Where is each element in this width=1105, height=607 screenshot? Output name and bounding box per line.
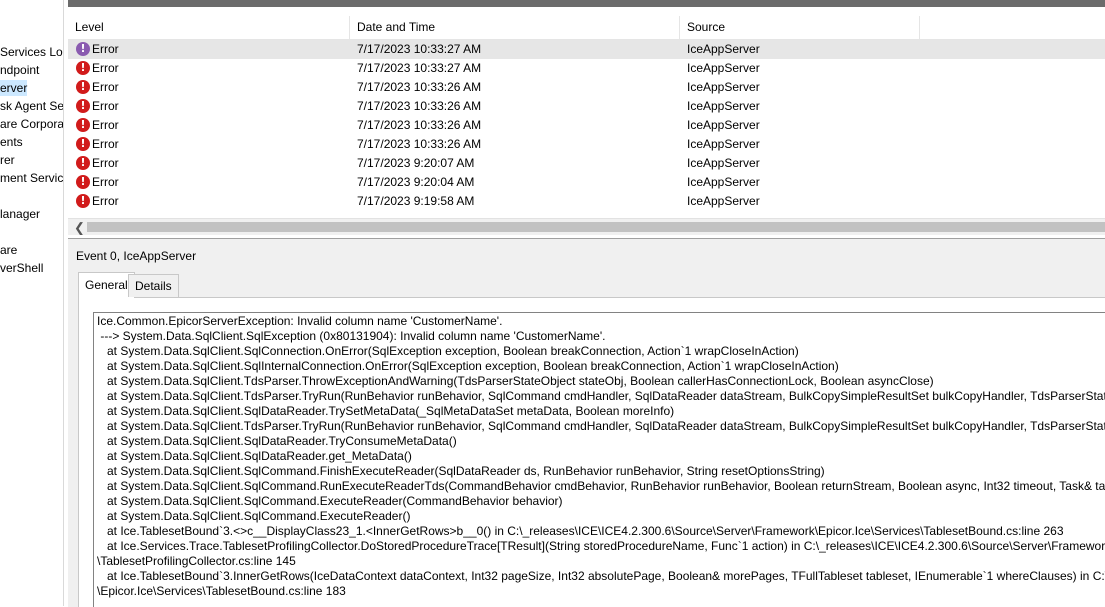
log-header-bar	[68, 0, 1105, 7]
event-row[interactable]: ! Error 7/17/2023 10:33:27 AM IceAppServer	[68, 40, 1105, 59]
event-date-time: 7/17/2023 10:33:26 AM	[357, 99, 482, 113]
event-level: Error	[92, 61, 119, 75]
event-row[interactable]: ! Error 7/17/2023 10:33:26 AM IceAppServer	[68, 78, 1105, 97]
tree-item[interactable]: verShell	[0, 260, 43, 276]
event-date-time: 7/17/2023 10:33:27 AM	[357, 61, 482, 75]
tab-general[interactable]: General	[78, 272, 135, 298]
tree-item[interactable]: Services Lo	[0, 44, 63, 60]
scroll-thumb[interactable]	[87, 222, 1105, 232]
column-level[interactable]: Level	[68, 16, 350, 39]
description-line: at System.Data.SqlClient.SqlDataReader.T…	[97, 434, 457, 448]
event-row[interactable]: ! Error 7/17/2023 10:33:27 AM IceAppServer	[68, 59, 1105, 78]
error-icon: !	[76, 61, 90, 75]
tab-panel: Ice.Common.EpicorServerException: Invali…	[78, 297, 1105, 607]
description-line: at System.Data.SqlClient.TdsParser.TryRu…	[97, 419, 1105, 433]
event-row[interactable]: ! Error 7/17/2023 9:19:58 AM IceAppServer	[68, 192, 1105, 211]
description-line: at Ice.TablesetBound`3.<>c__DisplayClass…	[97, 524, 1064, 538]
error-icon: !	[76, 194, 90, 208]
event-description-text[interactable]: Ice.Common.EpicorServerException: Invali…	[93, 312, 1105, 607]
description-line: at System.Data.SqlClient.SqlCommand.Exec…	[97, 494, 563, 508]
tree-item[interactable]: are Corporat	[0, 116, 63, 132]
tree-item[interactable]: ndpoint	[0, 62, 39, 78]
event-date-time: 7/17/2023 10:33:26 AM	[357, 80, 482, 94]
event-detail-pane: Event 0, IceAppServer Ice.Common.EpicorS…	[68, 238, 1105, 607]
event-source: IceAppServer	[687, 61, 760, 75]
event-date-time: 7/17/2023 9:19:58 AM	[357, 194, 475, 208]
event-source: IceAppServer	[687, 42, 760, 56]
description-line: at System.Data.SqlClient.TdsParser.TryRu…	[97, 389, 1105, 403]
column-date-time[interactable]: Date and Time	[350, 16, 680, 39]
event-level: Error	[92, 137, 119, 151]
description-line: at System.Data.SqlClient.SqlCommand.Fini…	[97, 464, 825, 478]
description-line: Ice.Common.EpicorServerException: Invali…	[97, 314, 503, 328]
navigation-tree: Services Lo ndpoint erver sk Agent Ser are C…	[0, 0, 64, 606]
description-line: at Ice.Services.Trace.TablesetProfilingC…	[97, 539, 1105, 553]
description-line: ---> System.Data.SqlClient.SqlException …	[97, 329, 606, 343]
event-level: Error	[92, 118, 119, 132]
tree-item[interactable]: ment Service	[0, 170, 63, 186]
description-line: at System.Data.SqlClient.SqlConnection.O…	[97, 344, 799, 358]
event-row[interactable]: ! Error 7/17/2023 9:20:07 AM IceAppServer	[68, 154, 1105, 173]
column-header: Level Date and Time Source	[68, 16, 1105, 40]
horizontal-scrollbar[interactable]: ❮	[68, 218, 1105, 235]
event-level: Error	[92, 156, 119, 170]
description-line: at System.Data.SqlClient.TdsParser.Throw…	[97, 374, 934, 388]
event-source: IceAppServer	[687, 137, 760, 151]
error-icon: !	[76, 118, 90, 132]
description-line: at System.Data.SqlClient.SqlCommand.RunE…	[97, 479, 1105, 493]
event-source: IceAppServer	[687, 80, 760, 94]
tree-item[interactable]: lanager	[0, 206, 40, 222]
event-date-time: 7/17/2023 9:20:04 AM	[357, 175, 475, 189]
tree-item[interactable]: sk Agent Ser	[0, 98, 63, 114]
event-date-time: 7/17/2023 10:33:26 AM	[357, 137, 482, 151]
event-level: Error	[92, 80, 119, 94]
event-level: Error	[92, 99, 119, 113]
description-line: \TablesetProfilingCollector.cs:line 145	[97, 554, 296, 568]
tab-details[interactable]: Details	[128, 274, 179, 297]
column-source[interactable]: Source	[680, 16, 920, 39]
error-icon: !	[76, 99, 90, 113]
error-icon: !	[76, 137, 90, 151]
description-line: at Ice.TablesetBound`3.InnerGetRows(IceD…	[97, 569, 1105, 583]
tree-item[interactable]: ents	[0, 134, 23, 150]
description-line: at System.Data.SqlClient.SqlCommand.Exec…	[97, 509, 411, 523]
tree-item[interactable]: rer	[0, 152, 15, 168]
description-line: at System.Data.SqlClient.SqlInternalConn…	[97, 359, 839, 373]
events-list: Level Date and Time Source ! Error 7/17/20…	[68, 16, 1105, 235]
event-title: Event 0, IceAppServer	[76, 249, 197, 263]
tree-item[interactable]: are	[0, 242, 17, 258]
event-date-time: 7/17/2023 9:20:07 AM	[357, 156, 475, 170]
scroll-left-icon[interactable]: ❮	[74, 219, 85, 235]
event-row[interactable]: ! Error 7/17/2023 10:33:26 AM IceAppServer	[68, 116, 1105, 135]
description-line: at System.Data.SqlClient.SqlDataReader.g…	[97, 449, 412, 463]
event-source: IceAppServer	[687, 194, 760, 208]
error-icon: !	[76, 42, 90, 56]
error-icon: !	[76, 175, 90, 189]
event-row[interactable]: ! Error 7/17/2023 10:33:26 AM IceAppServer	[68, 135, 1105, 154]
description-line: at System.Data.SqlClient.SqlDataReader.T…	[97, 404, 675, 418]
event-source: IceAppServer	[687, 156, 760, 170]
event-date-time: 7/17/2023 10:33:26 AM	[357, 118, 482, 132]
event-level: Error	[92, 194, 119, 208]
event-date-time: 7/17/2023 10:33:27 AM	[357, 42, 482, 56]
event-source: IceAppServer	[687, 118, 760, 132]
event-row[interactable]: ! Error 7/17/2023 10:33:26 AM IceAppServer	[68, 97, 1105, 116]
tree-item[interactable]: erver	[0, 80, 28, 96]
error-icon: !	[76, 80, 90, 94]
event-row[interactable]: ! Error 7/17/2023 9:20:04 AM IceAppServer	[68, 173, 1105, 192]
event-level: Error	[92, 42, 119, 56]
event-source: IceAppServer	[687, 99, 760, 113]
event-level: Error	[92, 175, 119, 189]
description-line: \Epicor.Ice\Services\TablesetBound.cs:li…	[97, 584, 346, 598]
event-source: IceAppServer	[687, 175, 760, 189]
error-icon: !	[76, 156, 90, 170]
